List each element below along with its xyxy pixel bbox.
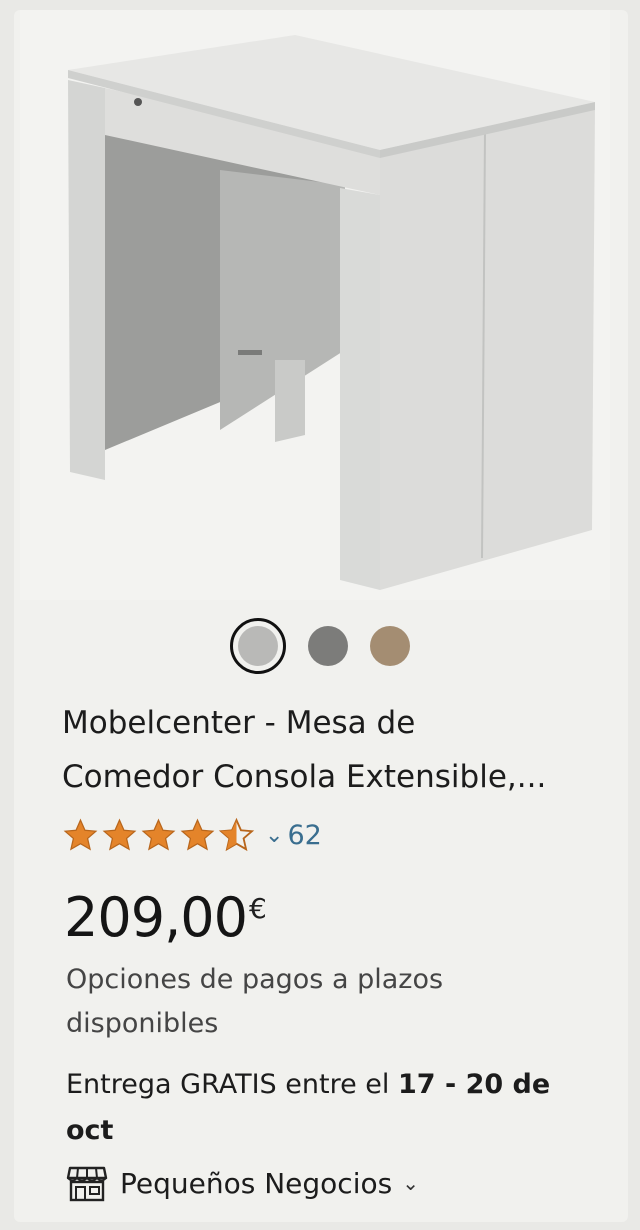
- product-image[interactable]: [20, 10, 610, 600]
- color-swatches: [0, 618, 640, 674]
- product-title-line1: Mobelcenter - Mesa de: [62, 705, 416, 741]
- rating-count[interactable]: 62: [287, 820, 321, 851]
- star-icon: [102, 818, 137, 850]
- delivery-dates: 17 - 20 de: [398, 1069, 551, 1100]
- installments-info: Opciones de pagos a plazos disponibles: [66, 958, 606, 1046]
- product-title-line2: Comedor Consola Extensible,...: [62, 759, 547, 795]
- price-currency: €: [248, 892, 267, 925]
- small-business-badge[interactable]: Pequeños Negocios ⌄: [66, 1160, 419, 1206]
- price: 209,00 €: [64, 886, 267, 956]
- swatch-white[interactable]: [230, 618, 286, 674]
- star-icon: [180, 818, 215, 850]
- star-rating: [62, 817, 257, 854]
- delivery-month: oct: [66, 1115, 114, 1146]
- star-icon: [141, 818, 176, 850]
- small-business-label: Pequeños Negocios: [120, 1166, 393, 1200]
- delivery-line1: Entrega GRATIS entre el 17 - 20 de: [66, 1062, 606, 1108]
- delivery-info: Entrega GRATIS entre el 17 - 20 de oct: [66, 1062, 606, 1154]
- delivery-prefix: Entrega GRATIS entre el: [66, 1069, 398, 1100]
- installments-line2: disponibles: [66, 1008, 219, 1039]
- product-title[interactable]: Mobelcenter - Mesa de Comedor Consola Ex…: [62, 696, 612, 804]
- price-amount: 209,00: [64, 886, 248, 949]
- delivery-line2: oct: [66, 1108, 606, 1154]
- half-star-icon: [218, 817, 255, 851]
- rating-row[interactable]: ⌄ 62: [62, 814, 322, 856]
- installments-line1: Opciones de pagos a plazos: [66, 964, 444, 995]
- chevron-down-icon[interactable]: ⌄: [402, 1171, 419, 1195]
- store-icon: [66, 1166, 108, 1202]
- swatch-grey[interactable]: [308, 626, 348, 666]
- swatch-oak[interactable]: [370, 626, 410, 666]
- star-icon: [63, 818, 98, 850]
- chevron-down-icon[interactable]: ⌄: [265, 823, 283, 848]
